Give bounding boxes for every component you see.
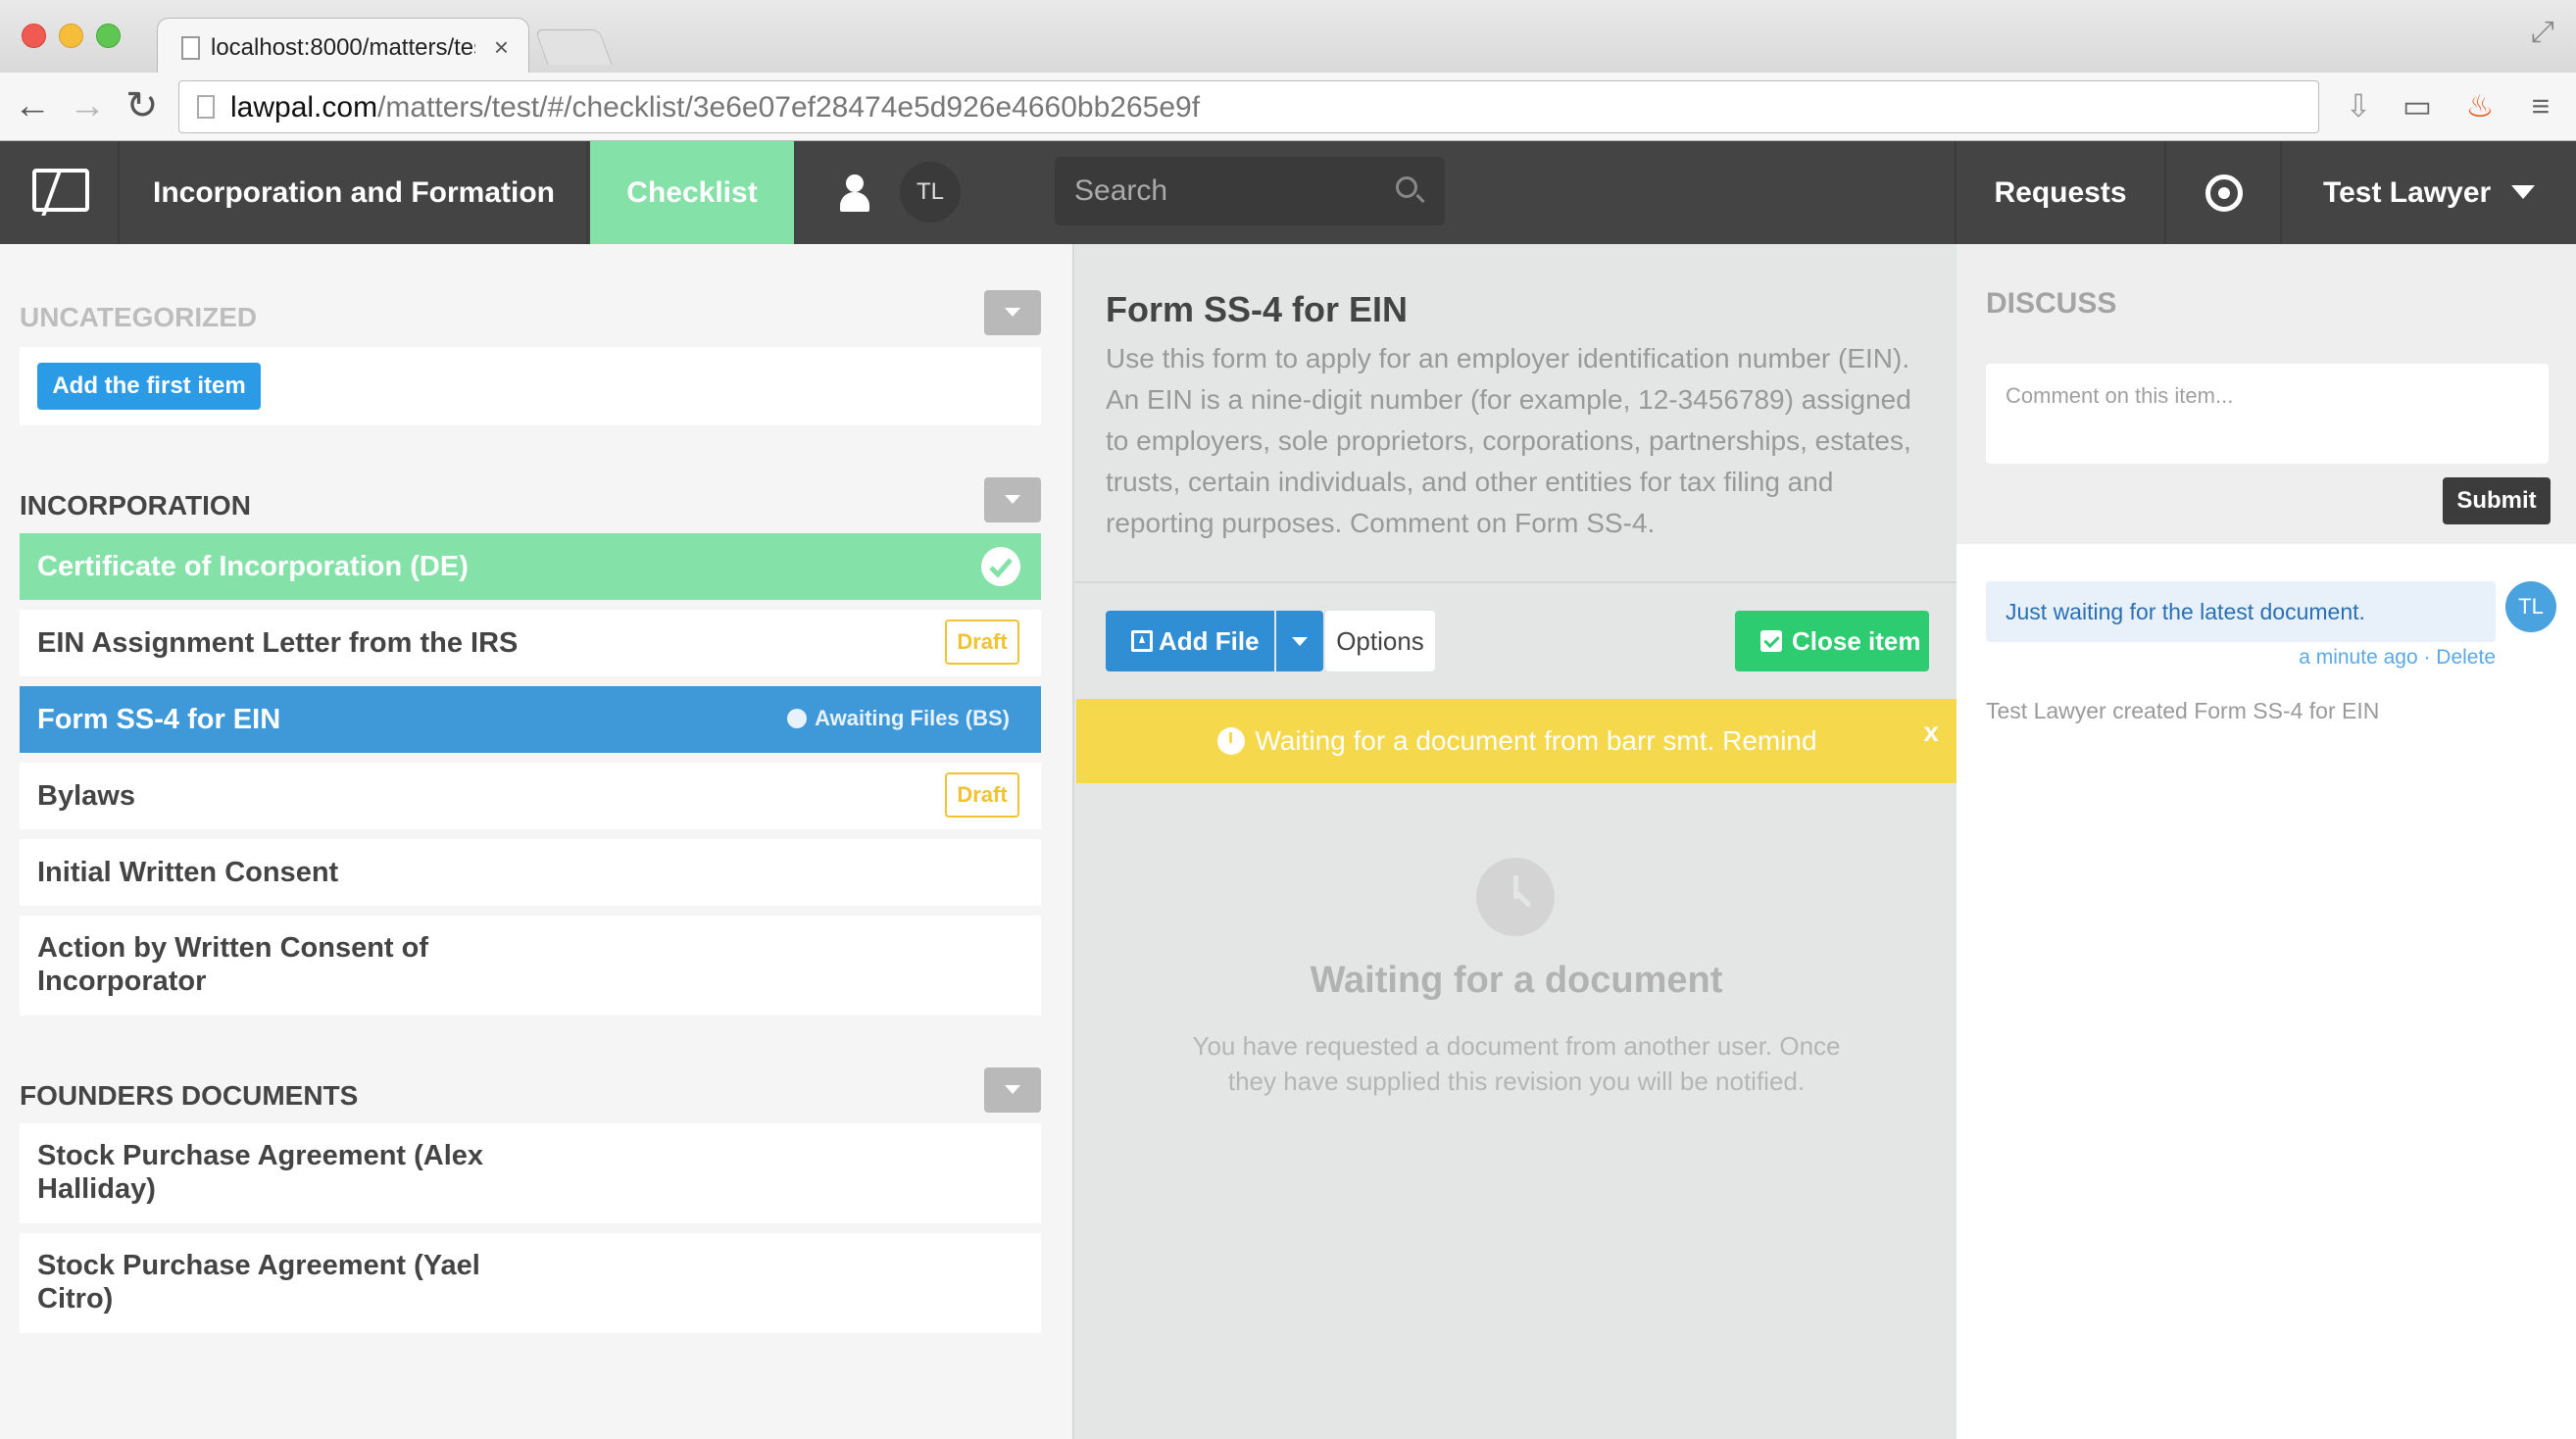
avatar: TL	[900, 162, 961, 223]
item-label: EIN Assignment Letter from the IRS	[37, 627, 519, 659]
waiting-heading: Waiting for a document	[1310, 960, 1723, 1001]
checklist-item[interactable]: Initial Written Consent	[20, 839, 1041, 906]
reload-icon[interactable]: ↻	[125, 82, 159, 129]
add-file-dropdown-button[interactable]	[1276, 611, 1323, 671]
checklist-item[interactable]: EIN Assignment Letter from the IRS Draft	[20, 610, 1041, 676]
draft-badge: Draft	[945, 620, 1019, 665]
category-toggle-founders-documents[interactable]	[984, 1067, 1041, 1113]
search-icon[interactable]	[1396, 176, 1417, 198]
menu-icon[interactable]: ≡	[2521, 86, 2560, 125]
fullscreen-icon[interactable]: ⤢	[2531, 16, 2554, 49]
clock-icon	[787, 709, 808, 728]
close-window-button[interactable]	[22, 24, 46, 48]
close-icon[interactable]: x	[1923, 699, 1939, 766]
search-input[interactable]	[1055, 157, 1445, 225]
url-path: /matters/test/#/checklist/3e6e07ef28474e…	[377, 91, 1201, 124]
logo-icon	[32, 169, 89, 212]
item-label: Initial Written Consent	[37, 857, 339, 888]
target-icon[interactable]	[2166, 141, 2282, 244]
checklist-item[interactable]: Action by Written Consent of Incorporato…	[20, 916, 1041, 1016]
add-file-label: Add File	[1159, 626, 1260, 656]
chevron-down-icon[interactable]	[2511, 185, 2535, 199]
comment-time: a minute ago	[2299, 646, 2418, 669]
browser-toolbar: ← → ↻ lawpal.com/matters/test/#/checklis…	[0, 73, 2576, 141]
checkbox-icon	[1760, 630, 1782, 652]
clock-icon	[1476, 858, 1555, 936]
item-label: Bylaws	[37, 780, 135, 812]
comment-text: Just waiting for the latest document.	[1986, 581, 2496, 642]
item-label: Form SS-4 for EIN	[37, 704, 281, 735]
divider	[1074, 581, 1958, 583]
download-extension-icon[interactable]: ⇩	[2339, 86, 2378, 125]
page-icon	[181, 36, 200, 60]
checklist-item-selected[interactable]: Form SS-4 for EIN Awaiting Files (BS)	[20, 686, 1041, 753]
options-button[interactable]: Options	[1325, 611, 1435, 671]
waiting-text: You have requested a document from anoth…	[1192, 1031, 1841, 1096]
url-host: lawpal.com	[230, 91, 378, 124]
item-detail-pane: Form SS-4 for EIN Use this form to apply…	[1072, 244, 1958, 1439]
tab-checklist[interactable]: Checklist	[590, 141, 794, 244]
banner-text[interactable]: Waiting for a document from barr smt. Re…	[1255, 725, 1816, 756]
category-toggle-uncategorized[interactable]	[984, 290, 1041, 335]
close-item-label: Close item	[1792, 626, 1921, 656]
category-heading-incorporation: Incorporation	[20, 490, 251, 521]
category-heading-uncategorized: Uncategorized	[20, 302, 258, 332]
delete-comment-link[interactable]: Delete	[2436, 646, 2496, 669]
comment-input[interactable]	[1986, 364, 2549, 464]
fire-extension-icon[interactable]: ♨	[2460, 86, 2500, 125]
app-header: Incorporation and Formation Checklist Re…	[0, 141, 2576, 244]
clock-icon	[1217, 726, 1246, 755]
category-heading-founders-documents: Founders Documents	[20, 1080, 359, 1111]
checklist-item[interactable]: Stock Purchase Agreement (Yael Citro)	[20, 1233, 1041, 1333]
waiting-banner: Waiting for a document from barr smt. Re…	[1076, 699, 1958, 783]
item-status-text: Awaiting Files (BS)	[815, 706, 1010, 730]
avatar: TL	[2505, 581, 2556, 632]
item-label: Stock Purchase Agreement (Alex Halliday)	[37, 1140, 484, 1205]
item-label: Certificate of Incorporation (DE)	[37, 551, 469, 582]
browser-tab-bar: localhost:8000/matters/test × ⤢	[0, 0, 2576, 74]
add-first-item-button[interactable]: Add the first item	[37, 363, 261, 410]
app-logo[interactable]	[0, 141, 120, 244]
url-text[interactable]: lawpal.com/matters/test/#/checklist/3e6e…	[230, 91, 1200, 124]
item-status: Awaiting Files (BS)	[787, 706, 1010, 731]
discuss-heading: Discuss	[1986, 287, 2117, 320]
participant-avatar[interactable]: TL	[900, 162, 961, 223]
browser-tab-title: localhost:8000/matters/test	[211, 34, 475, 61]
requests-link[interactable]: Requests	[1955, 141, 2166, 244]
participants-icon[interactable]	[835, 173, 874, 212]
cast-icon[interactable]: ▭	[2398, 86, 2437, 125]
comment-form-area: Discuss Submit	[1957, 244, 2576, 544]
add-file-button[interactable]: Add File	[1106, 611, 1274, 671]
checklist-item-complete[interactable]: Certificate of Incorporation (DE)	[20, 533, 1041, 600]
address-bar[interactable]: lawpal.com/matters/test/#/checklist/3e6e…	[178, 80, 2319, 133]
matter-title[interactable]: Incorporation and Formation	[122, 141, 588, 244]
item-label: Stock Purchase Agreement (Yael Citro)	[37, 1250, 480, 1315]
item-label: Action by Written Consent of Incorporato…	[37, 932, 429, 997]
new-tab-button[interactable]	[534, 29, 613, 65]
activity-entry: Test Lawyer created Form SS-4 for EIN	[1986, 698, 2380, 723]
tab-close-icon[interactable]: ×	[494, 32, 509, 63]
category-toggle-incorporation[interactable]	[984, 477, 1041, 522]
item-description[interactable]: Use this form to apply for an employer i…	[1106, 338, 1939, 544]
back-arrow-icon[interactable]: ←	[14, 82, 51, 129]
upload-icon	[1131, 630, 1153, 652]
comment-meta: a minute ago · Delete	[2299, 646, 2496, 669]
close-item-button[interactable]: Close item	[1735, 611, 1929, 671]
checklist-item[interactable]: Stock Purchase Agreement (Alex Halliday)	[20, 1123, 1041, 1223]
checklist-item[interactable]: Bylaws Draft	[20, 763, 1041, 829]
discussion-pane: Discuss Submit Just waiting for the late…	[1957, 244, 2576, 1439]
minimize-window-button[interactable]	[59, 24, 83, 48]
draft-badge: Draft	[945, 772, 1019, 818]
zoom-window-button[interactable]	[96, 24, 121, 48]
forward-arrow-icon[interactable]: →	[69, 82, 106, 129]
browser-tab[interactable]: localhost:8000/matters/test ×	[157, 18, 529, 74]
submit-button[interactable]: Submit	[2443, 477, 2551, 524]
item-title[interactable]: Form SS-4 for EIN	[1106, 289, 1408, 330]
check-circle-icon	[981, 547, 1020, 586]
page-icon	[197, 95, 215, 119]
